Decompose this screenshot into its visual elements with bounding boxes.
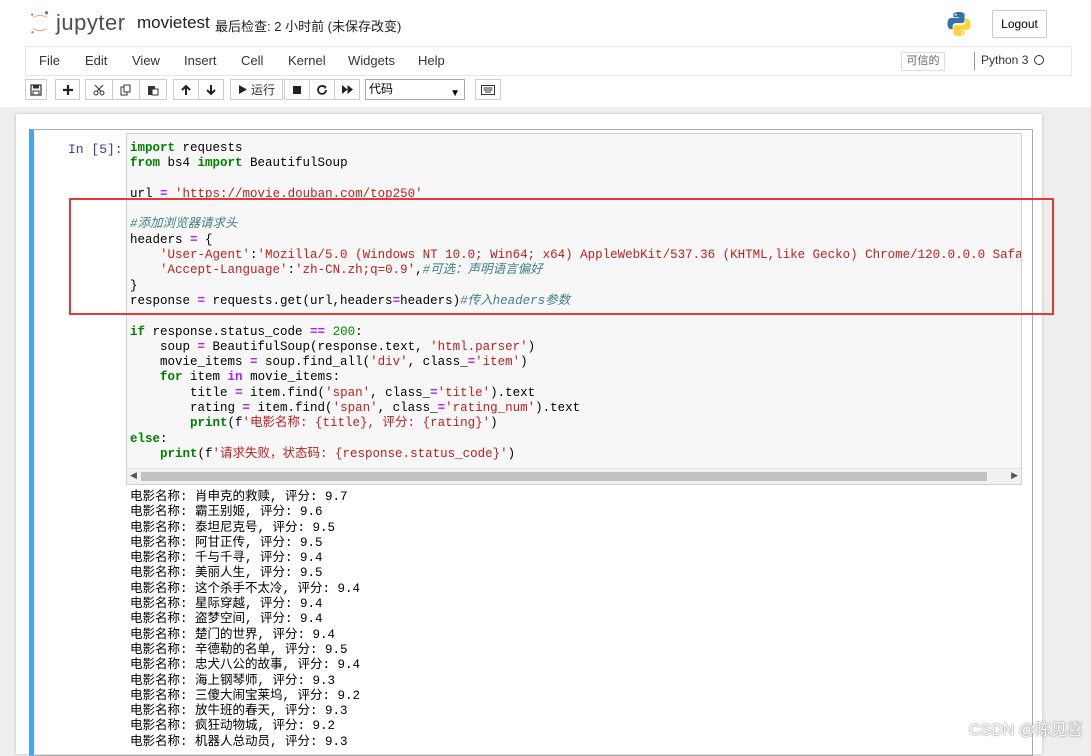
restart-button[interactable]	[309, 79, 335, 100]
scroll-left-icon[interactable]: ◀	[130, 470, 137, 481]
keyboard-icon	[481, 84, 495, 95]
menu-view[interactable]: View	[132, 53, 160, 68]
arrow-down-icon	[206, 84, 216, 95]
scissors-icon	[93, 84, 104, 95]
menu-kernel[interactable]: Kernel	[288, 53, 326, 68]
run-label: 运行	[250, 83, 275, 97]
cell-output: 电影名称: 肖申克的救赎, 评分: 9.7 电影名称: 霸王别姬, 评分: 9.6…	[130, 490, 360, 750]
code-line: rating = item.find('span', class_='ratin…	[130, 401, 581, 416]
horizontal-scrollbar[interactable]: ◀ ▶	[127, 468, 1021, 484]
menu-widgets[interactable]: Widgets	[348, 53, 395, 68]
output-line: 电影名称: 忠犬八公的故事, 评分: 9.4	[130, 658, 361, 673]
output-line: 电影名称: 楚门的世界, 评分: 9.4	[130, 627, 336, 642]
code-line: import requests	[130, 141, 243, 155]
cell-type-value: 代码	[369, 82, 394, 96]
scroll-right-icon[interactable]: ▶	[1011, 470, 1018, 481]
insert-cell-button[interactable]	[55, 79, 80, 100]
interrupt-button[interactable]	[284, 79, 310, 100]
toolbar: 运行 代码 ▼	[25, 79, 1070, 102]
menu-bar: File Edit View Insert Cell Kernel Widget…	[25, 46, 1072, 76]
menu-help[interactable]: Help	[418, 53, 445, 68]
move-down-button[interactable]	[198, 79, 224, 100]
output-line: 电影名称: 三傻大闹宝莱坞, 评分: 9.2	[130, 688, 361, 703]
code-line: print(f'请求失败，状态码: {response.status_code}…	[160, 446, 516, 461]
logout-button[interactable]: Logout	[992, 10, 1047, 38]
output-line: 电影名称: 泰坦尼克号, 评分: 9.5	[130, 520, 336, 535]
code-line: for item in movie_items:	[160, 370, 341, 385]
fast-forward-icon	[341, 85, 353, 94]
command-palette-button[interactable]	[475, 79, 501, 100]
menu-file[interactable]: File	[39, 53, 60, 68]
python-logo-icon	[947, 12, 971, 36]
arrow-up-icon	[181, 84, 191, 95]
save-button[interactable]	[25, 79, 47, 100]
highlight-annotation	[69, 198, 1054, 315]
code-line: movie_items = soup.find_all('div', class…	[130, 355, 528, 370]
notebook-name[interactable]: movietest	[137, 13, 210, 33]
csdn-watermark: CSDN @陈见喜	[968, 722, 1083, 739]
code-line: if response.status_code == 200:	[130, 324, 363, 339]
save-icon	[30, 83, 42, 96]
code-line: print(f'电影名称: {title}, 评分: {rating}')	[190, 416, 498, 431]
restart-run-all-button[interactable]	[334, 79, 360, 100]
code-line: soup = BeautifulSoup(response.text, 'htm…	[130, 339, 536, 354]
kernel-idle-icon	[1034, 55, 1044, 65]
kernel-name[interactable]: Python 3	[981, 53, 1028, 67]
stop-icon	[293, 85, 301, 94]
jupyter-logo-text: jupyter	[56, 10, 126, 35]
move-up-button[interactable]	[173, 79, 199, 100]
menu-cell[interactable]: Cell	[241, 53, 263, 68]
cut-button[interactable]	[85, 79, 113, 100]
cell-type-select[interactable]: 代码 ▼	[365, 79, 465, 100]
scrollbar-thumb[interactable]	[141, 472, 987, 481]
output-line: 电影名称: 辛德勒的名单, 评分: 9.5	[130, 642, 348, 657]
output-line: 电影名称: 机器人总动员, 评分: 9.3	[130, 734, 348, 749]
output-line: 电影名称: 千与千寻, 评分: 9.4	[130, 551, 323, 566]
output-line: 电影名称: 阿甘正传, 评分: 9.5	[130, 535, 323, 550]
output-line: 电影名称: 霸王别姬, 评分: 9.6	[130, 505, 323, 520]
plus-icon	[62, 84, 73, 95]
code-line: else:	[130, 431, 168, 446]
copy-icon	[120, 84, 131, 95]
trusted-badge[interactable]: 可信的	[901, 52, 945, 71]
chevron-down-icon: ▼	[450, 88, 460, 99]
jupyter-logo-icon	[31, 11, 49, 34]
code-line: from bs4 import BeautifulSoup	[130, 156, 348, 171]
output-line: 电影名称: 盗梦空间, 评分: 9.4	[130, 612, 323, 627]
notebook-header: jupyter movietest 最后检查: 2 小时前 (未保存改变) Lo…	[0, 0, 1091, 107]
jupyter-logo[interactable]: jupyter	[28, 8, 126, 38]
paste-icon	[148, 85, 159, 95]
output-line: 电影名称: 肖申克的救赎, 评分: 9.7	[130, 490, 348, 504]
output-line: 电影名称: 海上钢琴师, 评分: 9.3	[130, 673, 336, 688]
restart-icon	[317, 84, 327, 95]
menu-edit[interactable]: Edit	[85, 53, 107, 68]
copy-button[interactable]	[112, 79, 140, 100]
paste-button[interactable]	[139, 79, 167, 100]
kernel-separator	[974, 52, 975, 70]
run-button[interactable]: 运行	[230, 79, 283, 100]
input-prompt: In [5]:	[68, 142, 123, 157]
output-line: 电影名称: 放牛班的春天, 评分: 9.3	[130, 704, 348, 719]
code-line: title = item.find('span', class_='title'…	[130, 385, 536, 400]
menu-insert[interactable]: Insert	[184, 53, 217, 68]
output-line: 电影名称: 这个杀手不太冷, 评分: 9.4	[130, 581, 361, 596]
output-line: 电影名称: 美丽人生, 评分: 9.5	[130, 566, 323, 581]
output-line: 电影名称: 疯狂动物城, 评分: 9.2	[130, 719, 336, 734]
play-icon	[238, 85, 247, 94]
checkpoint-status: 最后检查: 2 小时前 (未保存改变)	[215, 19, 402, 34]
output-line: 电影名称: 星际穿越, 评分: 9.4	[130, 597, 323, 612]
